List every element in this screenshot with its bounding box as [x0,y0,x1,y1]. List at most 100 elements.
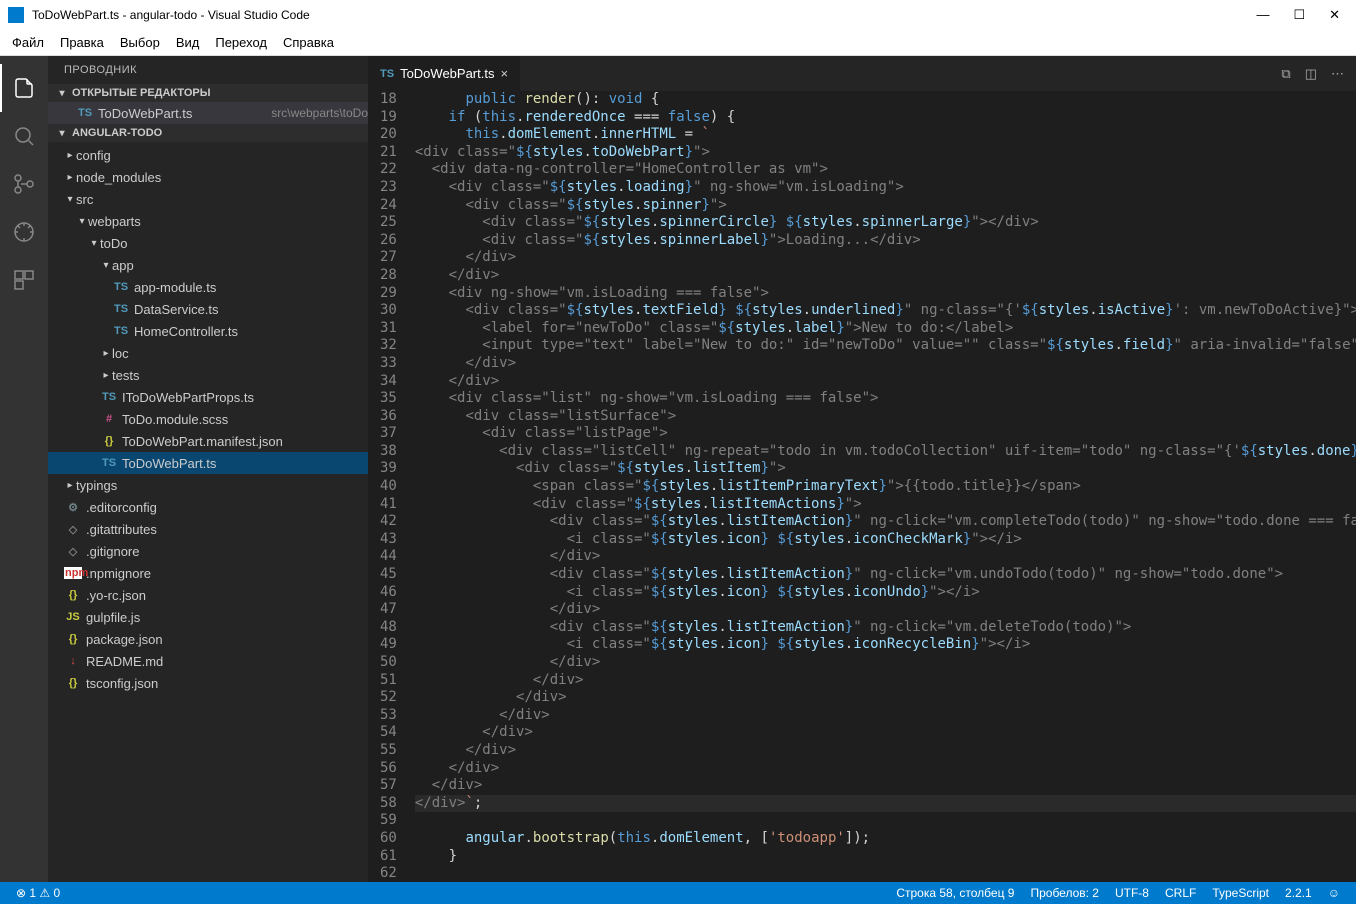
status-spaces[interactable]: Пробелов: 2 [1022,886,1107,900]
file-readme[interactable]: ↓ README.md [48,650,368,672]
folder-src[interactable]: ▾src [48,188,368,210]
gutter: 1819202122232425262728293031323334353637… [368,91,415,882]
folder-app[interactable]: ▾app [48,254,368,276]
menu-view[interactable]: Вид [168,35,208,50]
status-errors[interactable]: ⊗ 1 ⚠ 0 [8,886,68,900]
ts-icon: TS [112,325,130,337]
menu-file[interactable]: Файл [4,35,52,50]
file-gitattributes[interactable]: ◇.gitattributes [48,518,368,540]
menu-go[interactable]: Переход [207,35,275,50]
file-dataservice[interactable]: TS DataService.ts [48,298,368,320]
file-manifest[interactable]: {}ToDoWebPart.manifest.json [48,430,368,452]
tree-label: .gitignore [86,544,368,559]
file-gulpfile[interactable]: JS gulpfile.js [48,606,368,628]
folder-webparts[interactable]: ▾webparts [48,210,368,232]
folder-typings[interactable]: ▸typings [48,474,368,496]
file-package[interactable]: {}package.json [48,628,368,650]
project-name: ANGULAR-TODO [72,127,162,139]
statusbar: ⊗ 1 ⚠ 0 Строка 58, столбец 9 Пробелов: 2… [0,882,1356,904]
status-feedback-icon[interactable]: ☺ [1320,886,1348,900]
error-count: 1 [29,886,36,900]
file-npmignore[interactable]: npm.npmignore [48,562,368,584]
tree-label: webparts [88,214,368,229]
tree-label: tests [112,368,368,383]
git-icon: ◇ [64,523,82,536]
more-icon[interactable]: ⋯ [1331,66,1344,82]
editor-actions: ⧉ ◫ ⋯ [1281,56,1356,91]
tree-label: ToDoWebPart.manifest.json [122,434,368,449]
menu-selection[interactable]: Выбор [112,35,168,50]
ts-icon: TS [100,391,118,403]
folder-tests[interactable]: ▸tests [48,364,368,386]
open-editors-label: ОТКРЫТЫЕ РЕДАКТОРЫ [72,87,211,99]
file-todomodule[interactable]: #ToDo.module.scss [48,408,368,430]
window-title: ToDoWebPart.ts - angular-todo - Visual S… [32,8,1256,22]
open-file-path: src\webparts\toDo [271,106,368,120]
folder-node-modules[interactable]: ▸node_modules [48,166,368,188]
file-itodoprops[interactable]: TS IToDoWebPartProps.ts [48,386,368,408]
tree-label: .yo-rc.json [86,588,368,603]
menubar: Файл Правка Выбор Вид Переход Справка [0,30,1356,56]
maximize-icon[interactable]: ☐ [1293,7,1305,23]
json-icon: {} [64,677,82,689]
editor-tabs: TS ToDoWebPart.ts × ⧉ ◫ ⋯ [368,56,1356,91]
minimize-icon[interactable]: — [1256,7,1269,23]
menu-help[interactable]: Справка [275,35,342,50]
folder-config[interactable]: ▸config [48,144,368,166]
window-controls: — ☐ ✕ [1256,7,1348,23]
file-yorc[interactable]: {}.yo-rc.json [48,584,368,606]
folder-todo[interactable]: ▾toDo [48,232,368,254]
file-app-module[interactable]: TS app-module.ts [48,276,368,298]
editor: TS ToDoWebPart.ts × ⧉ ◫ ⋯ 18192021222324… [368,56,1356,882]
tree-label: package.json [86,632,368,647]
ts-icon: TS [112,281,130,293]
status-encoding[interactable]: UTF-8 [1107,886,1157,900]
split-editor-icon[interactable]: ◫ [1305,66,1317,82]
open-editor-file[interactable]: TS ToDoWebPart.ts src\webparts\toDo [48,102,368,124]
compare-icon[interactable]: ⧉ [1281,66,1290,82]
tree-label: README.md [86,654,368,669]
debug-icon[interactable] [0,208,48,256]
scss-icon: # [100,413,118,425]
tree-label: DataService.ts [134,302,368,317]
tree-label: app-module.ts [134,280,368,295]
tab-todowebpart[interactable]: TS ToDoWebPart.ts × [368,56,521,91]
explorer-icon[interactable] [0,64,48,112]
search-icon[interactable] [0,112,48,160]
ts-icon: TS [380,68,394,80]
file-homecontroller[interactable]: TSHomeController.ts [48,320,368,342]
project-header[interactable]: ▾ANGULAR-TODO [48,124,368,142]
file-tsconfig[interactable]: {} tsconfig.json [48,672,368,694]
folder-loc[interactable]: ▸loc [48,342,368,364]
open-editors-header[interactable]: ▾ОТКРЫТЫЕ РЕДАКТОРЫ [48,84,368,102]
js-icon: JS [64,611,82,623]
extensions-icon[interactable] [0,256,48,304]
source-control-icon[interactable] [0,160,48,208]
status-line-col[interactable]: Строка 58, столбец 9 [888,886,1022,900]
activity-bar [0,56,48,882]
tree-label: loc [112,346,368,361]
status-ts-version[interactable]: 2.2.1 [1277,886,1320,900]
close-icon[interactable]: ✕ [1329,7,1340,23]
tree-label: .npmignore [86,566,368,581]
ts-icon: TS [76,107,94,119]
tree-label: ToDoWebPart.ts [122,456,368,471]
status-eol[interactable]: CRLF [1157,886,1204,900]
tree-label: gulpfile.js [86,610,368,625]
file-gitignore[interactable]: ◇.gitignore [48,540,368,562]
tree-label: typings [76,478,368,493]
warning-count: 0 [54,886,61,900]
ts-icon: TS [112,303,130,315]
file-todowebpart[interactable]: TSToDoWebPart.ts [48,452,368,474]
tree-label: tsconfig.json [86,676,368,691]
close-tab-icon[interactable]: × [500,66,508,81]
code-content[interactable]: public render(): void { if (this.rendere… [415,91,1356,882]
file-editorconfig[interactable]: ⚙.editorconfig [48,496,368,518]
code-area[interactable]: 1819202122232425262728293031323334353637… [368,91,1356,882]
tree-label: IToDoWebPartProps.ts [122,390,368,405]
config-icon: ⚙ [64,501,82,514]
md-icon: ↓ [64,655,82,667]
titlebar: ToDoWebPart.ts - angular-todo - Visual S… [0,0,1356,30]
menu-edit[interactable]: Правка [52,35,112,50]
status-language[interactable]: TypeScript [1204,886,1277,900]
